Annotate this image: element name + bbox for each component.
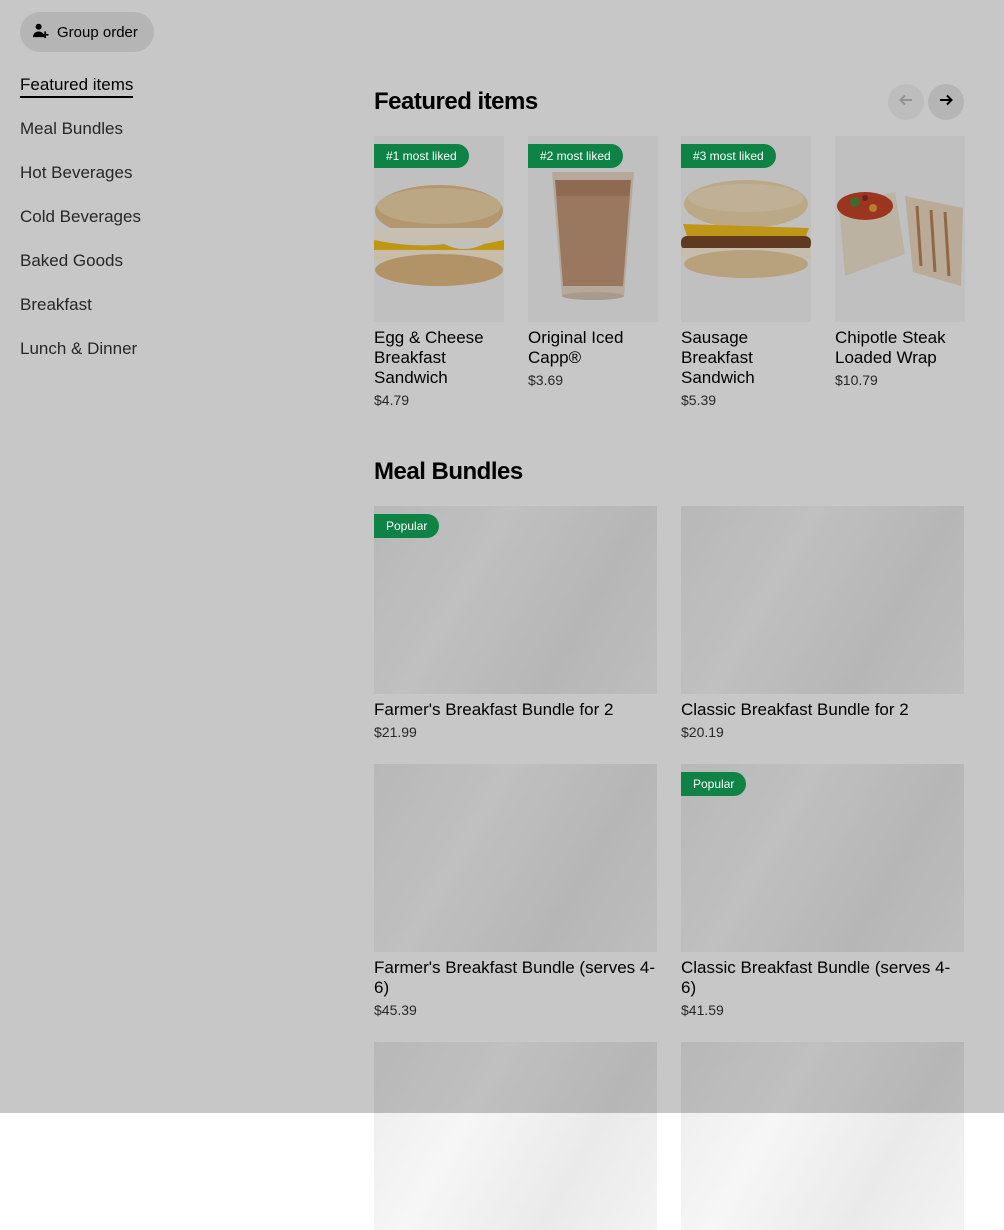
carousel-next-button[interactable] [928, 84, 964, 120]
most-liked-badge: #1 most liked [374, 144, 469, 168]
item-price: $3.69 [528, 372, 564, 388]
item-image-placeholder [374, 1042, 657, 1230]
nav-item-lunch-dinner[interactable]: Lunch & Dinner [20, 338, 141, 382]
nav-item-breakfast[interactable]: Breakfast [20, 294, 141, 338]
featured-item-card[interactable]: #1 most liked Egg & Cheese Breakfast San… [374, 136, 504, 408]
item-name: Farmer's Breakfast Bundle (serves 4-6) [374, 958, 656, 997]
nav-label: Breakfast [20, 295, 92, 314]
popular-badge: Popular [681, 772, 747, 796]
item-image: #3 most liked [681, 136, 811, 322]
nav-label: Featured items [20, 75, 134, 98]
item-image-placeholder [681, 1042, 964, 1230]
item-price: $45.39 [374, 1002, 417, 1018]
item-image [835, 136, 965, 322]
arrow-right-icon [938, 92, 954, 113]
item-image: #1 most liked [374, 136, 504, 322]
item-name: Original Iced Capp® [528, 328, 624, 367]
item-name: Egg & Cheese Breakfast Sandwich [374, 328, 484, 387]
item-image: #2 most liked [528, 136, 658, 322]
item-image-placeholder: Popular [374, 506, 657, 694]
bundle-card[interactable]: Popular Farmer's Breakfast Bundle for 2 … [374, 506, 657, 740]
featured-item-card[interactable]: #2 most liked Original Iced Capp® $3.69 [528, 136, 658, 388]
item-name: Classic Breakfast Bundle for 2 [681, 700, 909, 719]
bundle-card-partial[interactable] [374, 1042, 657, 1230]
nav-label: Cold Beverages [20, 207, 141, 226]
most-liked-badge: #2 most liked [528, 144, 623, 168]
featured-title: Featured items [374, 88, 538, 115]
arrow-left-icon [898, 92, 914, 113]
most-liked-badge: #3 most liked [681, 144, 776, 168]
item-price: $10.79 [835, 372, 878, 388]
nav-label: Meal Bundles [20, 119, 124, 138]
nav-label: Lunch & Dinner [20, 339, 138, 358]
featured-item-card[interactable]: #3 most liked Sausage Breakfast Sandwich… [681, 136, 811, 408]
item-name: Classic Breakfast Bundle (serves 4-6) [681, 958, 951, 997]
page: Group order Featured items Meal Bundles … [0, 0, 1004, 1230]
item-name: Farmer's Breakfast Bundle for 2 [374, 700, 614, 719]
category-nav: Featured items Meal Bundles Hot Beverage… [20, 74, 141, 382]
carousel-prev-button[interactable] [888, 84, 924, 120]
item-image-placeholder: Popular [681, 764, 964, 952]
popular-badge: Popular [374, 514, 440, 538]
group-order-label: Group order [57, 23, 138, 41]
nav-item-hot-beverages[interactable]: Hot Beverages [20, 162, 141, 206]
item-price: $41.59 [681, 1002, 724, 1018]
bundle-card[interactable]: Classic Breakfast Bundle for 2 $20.19 [681, 506, 964, 740]
item-price: $21.99 [374, 724, 417, 740]
nav-label: Baked Goods [20, 251, 124, 270]
item-name: Sausage Breakfast Sandwich [681, 328, 755, 387]
bundle-card[interactable]: Popular Classic Breakfast Bundle (serves… [681, 764, 964, 1018]
nav-item-featured-items[interactable]: Featured items [20, 74, 141, 118]
item-name: Chipotle Steak Loaded Wrap [835, 328, 946, 367]
featured-item-card[interactable]: Chipotle Steak Loaded Wrap $10.79 [835, 136, 965, 388]
item-price: $20.19 [681, 724, 724, 740]
nav-item-cold-beverages[interactable]: Cold Beverages [20, 206, 141, 250]
nav-label: Hot Beverages [20, 163, 133, 182]
item-price: $5.39 [681, 392, 717, 408]
meal-bundles-title: Meal Bundles [374, 458, 523, 485]
bundle-card[interactable]: Farmer's Breakfast Bundle (serves 4-6) $… [374, 764, 657, 1018]
item-price: $4.79 [374, 392, 410, 408]
nav-item-baked-goods[interactable]: Baked Goods [20, 250, 141, 294]
group-order-button[interactable]: Group order [20, 12, 154, 52]
item-image-placeholder [681, 506, 964, 694]
person-add-icon [32, 22, 49, 43]
bundle-card-partial[interactable] [681, 1042, 964, 1230]
item-image-placeholder [374, 764, 657, 952]
nav-item-meal-bundles[interactable]: Meal Bundles [20, 118, 141, 162]
